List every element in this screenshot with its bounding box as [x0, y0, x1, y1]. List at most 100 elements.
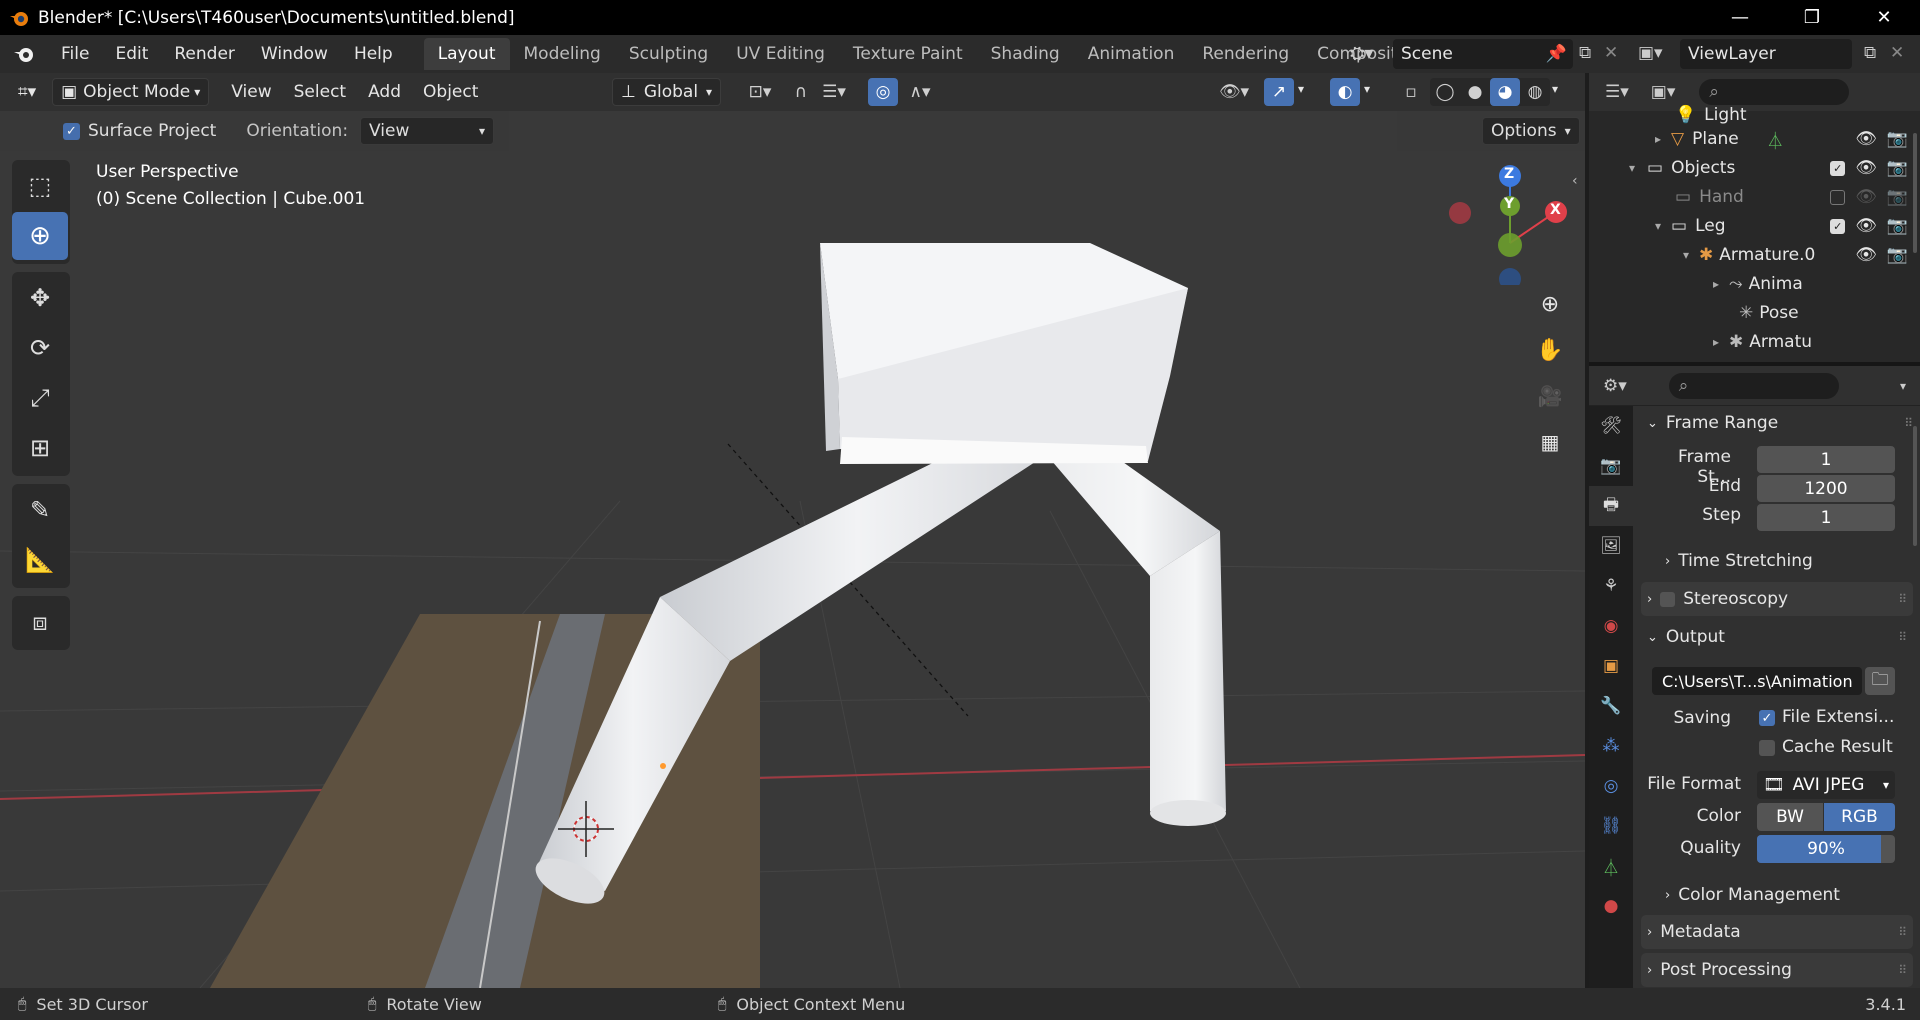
outliner-row-armature[interactable]: ▾ ✱ Armature.0 👁 📷 — [1589, 241, 1920, 269]
tab-uv-editing[interactable]: UV Editing — [722, 38, 839, 70]
shading-rendered-button[interactable]: ◍ — [1520, 78, 1550, 106]
options-dropdown[interactable]: Options ▾ — [1482, 117, 1580, 145]
tab-constraints[interactable]: ⛓ — [1589, 806, 1633, 846]
collection-checkbox[interactable] — [1830, 189, 1846, 205]
eye-icon[interactable]: 👁 — [1855, 216, 1877, 236]
shading-solid-button[interactable]: ● — [1460, 78, 1490, 106]
ortho-toggle-button[interactable]: ▦ — [1530, 422, 1570, 462]
camera-icon[interactable]: 📷 — [1887, 187, 1908, 207]
chevron-down-icon[interactable]: ▾ — [1298, 82, 1304, 96]
chevron-down-icon[interactable]: ▾ — [1552, 82, 1558, 96]
editor-type-button[interactable]: ⌗▾ — [10, 78, 44, 106]
drag-handle-icon[interactable]: ⠿ — [1898, 963, 1907, 977]
metadata-panel-header[interactable]: › Metadata ⠿ — [1641, 915, 1913, 949]
drag-handle-icon[interactable]: ⠿ — [1904, 416, 1913, 430]
zoom-button[interactable]: ⊕ — [1530, 284, 1570, 324]
expand-arrow-icon[interactable]: ▸ — [1655, 132, 1661, 146]
pan-button[interactable]: ✋ — [1530, 330, 1570, 370]
menu-edit[interactable]: Edit — [102, 44, 161, 64]
frame-step-field[interactable]: 1 — [1757, 504, 1895, 531]
display-mode-icon[interactable]: ▣▾ — [1651, 82, 1676, 102]
eye-icon[interactable]: 👁 — [1855, 245, 1877, 265]
tab-particles[interactable]: ⁂ — [1589, 726, 1633, 766]
quality-slider[interactable]: 90% — [1757, 835, 1895, 863]
transform-orientation-selector[interactable]: ⊥ Global ▾ — [612, 78, 722, 106]
expand-arrow-icon[interactable]: ▸ — [1713, 335, 1719, 349]
post-processing-panel-header[interactable]: › Post Processing ⠿ — [1641, 953, 1913, 987]
outliner-row-armature-data[interactable]: ▸ ✱ Armatu — [1589, 328, 1920, 356]
tab-shading[interactable]: Shading — [977, 38, 1074, 70]
outliner-row-plane[interactable]: ▸ ▽ Plane ⏃ 👁 📷 — [1589, 125, 1920, 153]
camera-icon[interactable]: 📷 — [1887, 216, 1908, 236]
frame-end-field[interactable]: 1200 — [1757, 475, 1895, 502]
new-scene-icon[interactable]: ⧉ — [1579, 43, 1591, 63]
mode-selector[interactable]: ▣ Object Mode ▾ — [52, 78, 210, 106]
tab-material[interactable]: ● — [1589, 886, 1633, 926]
color-management-subpanel[interactable]: › Color Management — [1641, 878, 1913, 912]
rotate-tool[interactable]: ⟳ — [12, 324, 68, 372]
chevron-down-icon[interactable]: ▾ — [1364, 82, 1370, 96]
add-cube-tool[interactable]: ⧈ — [12, 598, 68, 646]
camera-icon[interactable]: 📷 — [1887, 245, 1908, 265]
tab-output[interactable]: 🖶 — [1589, 486, 1633, 526]
file-format-dropdown[interactable]: 🎞 AVI JPEG ▾ — [1757, 771, 1895, 799]
xray-toggle[interactable]: ▫ — [1396, 78, 1426, 106]
tab-sculpting[interactable]: Sculpting — [615, 38, 722, 70]
proportional-falloff-button[interactable]: ∧▾ — [900, 78, 940, 106]
sidebar-toggle-icon[interactable]: ‹ — [1572, 173, 1578, 189]
tab-object[interactable]: ▣ — [1589, 646, 1633, 686]
view-layer-field[interactable]: ViewLayer — [1680, 39, 1852, 69]
cursor-tool[interactable]: ⊕ — [12, 212, 68, 260]
proportional-editing-toggle[interactable]: ◎ — [868, 78, 898, 106]
snap-target-button[interactable]: ☰▾ — [814, 78, 854, 106]
cache-result-checkbox[interactable] — [1759, 740, 1775, 756]
outliner-row-leg[interactable]: ▾ ▭ Leg ✓ 👁 📷 — [1589, 212, 1920, 240]
delete-view-layer-icon[interactable]: ✕ — [1890, 43, 1904, 63]
new-view-layer-icon[interactable]: ⧉ — [1864, 43, 1876, 63]
tab-rendering[interactable]: Rendering — [1188, 38, 1303, 70]
drag-handle-icon[interactable]: ⠿ — [1898, 630, 1907, 644]
tab-tool[interactable]: 🛠 — [1589, 406, 1633, 446]
tab-modeling[interactable]: Modeling — [510, 38, 615, 70]
minimize-button[interactable]: — — [1704, 0, 1776, 35]
navigation-gizmo[interactable] — [1440, 165, 1580, 285]
tab-layout[interactable]: Layout — [423, 38, 510, 70]
expand-arrow-icon[interactable]: ▾ — [1655, 219, 1661, 233]
browse-folder-button[interactable]: 🗀 — [1865, 667, 1895, 695]
eye-icon[interactable]: 👁 — [1855, 187, 1877, 207]
pivot-point-button[interactable]: ⊡▾ — [740, 78, 780, 106]
3d-viewport[interactable]: User Perspective (0) Scene Collection | … — [0, 151, 1585, 988]
scale-tool[interactable]: ⤢ — [12, 374, 68, 422]
stereoscopy-checkbox[interactable] — [1660, 591, 1676, 607]
stereoscopy-panel-header[interactable]: › Stereoscopy ⠿ — [1641, 582, 1913, 616]
scene-selector-icon[interactable]: ⛭▾ — [1350, 43, 1373, 64]
drag-handle-icon[interactable]: ⠿ — [1898, 925, 1907, 939]
menu-window[interactable]: Window — [248, 44, 341, 64]
output-path-field[interactable]: C:\Users\T...s\Animation — [1652, 667, 1862, 695]
visibility-button[interactable]: 👁▾ — [1212, 78, 1256, 106]
menu-object[interactable]: Object — [415, 78, 486, 106]
tab-render[interactable]: 📷 — [1589, 446, 1633, 486]
move-tool[interactable]: ✥ — [12, 274, 68, 322]
restore-button[interactable]: ❐ — [1776, 0, 1848, 35]
close-window-button[interactable]: ✕ — [1848, 0, 1920, 35]
tab-data[interactable]: ⏃ — [1589, 846, 1633, 886]
tab-modifiers[interactable]: 🔧 — [1589, 686, 1633, 726]
color-bw-button[interactable]: BW — [1757, 803, 1823, 831]
eye-icon[interactable]: 👁 — [1855, 158, 1877, 178]
outliner-editor-icon[interactable]: ☰▾ — [1605, 82, 1629, 102]
pin-icon[interactable]: 📌 — [1546, 44, 1567, 64]
outliner-row-hand[interactable]: ▭ Hand 👁 📷 — [1589, 183, 1920, 211]
tab-world[interactable]: ◉ — [1589, 606, 1633, 646]
frame-range-panel-header[interactable]: ⌄ Frame Range ⠿ — [1641, 406, 1913, 440]
annotate-tool[interactable]: ✎ — [12, 486, 68, 534]
tab-scene[interactable]: ⚘ — [1589, 566, 1633, 606]
tab-texture-paint[interactable]: Texture Paint — [839, 38, 977, 70]
chevron-down-icon[interactable]: ▾ — [1900, 379, 1906, 393]
snap-toggle[interactable]: ∩ — [786, 78, 816, 106]
shading-material-button[interactable]: ◕ — [1490, 78, 1520, 106]
tab-view-layer[interactable]: 🖼 — [1589, 526, 1633, 566]
scene-render[interactable] — [0, 151, 1585, 988]
orientation-dropdown[interactable]: View ▾ — [360, 117, 495, 145]
menu-select[interactable]: Select — [286, 78, 354, 106]
